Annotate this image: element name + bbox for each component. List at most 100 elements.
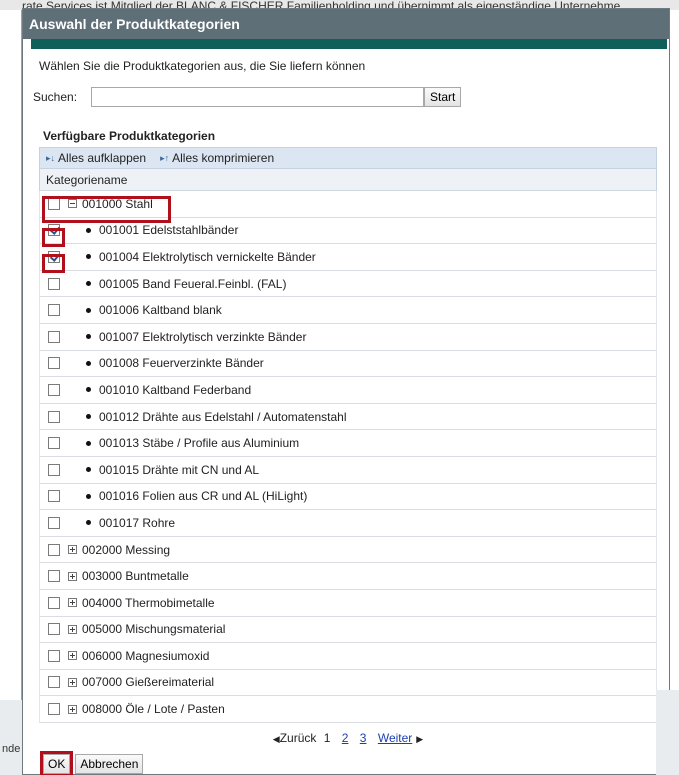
- pager-page-3[interactable]: 3: [360, 731, 367, 745]
- cancel-button[interactable]: Abbrechen: [75, 754, 144, 774]
- expand-node-icon[interactable]: [68, 651, 77, 661]
- tree-row[interactable]: 001008 Feuerverzinkte Bänder: [39, 350, 657, 378]
- start-button[interactable]: Start: [424, 87, 462, 107]
- tree-row[interactable]: 002000 Messing: [39, 536, 657, 564]
- row-label: 003000 Buntmetalle: [82, 569, 189, 584]
- row-checkbox[interactable]: [48, 357, 60, 370]
- tree-row[interactable]: 001012 Drähte aus Edelstahl / Automatens…: [39, 403, 657, 431]
- expand-node-icon[interactable]: [68, 571, 77, 581]
- row-label: 001017 Rohre: [99, 515, 176, 530]
- bullet-icon: [86, 334, 91, 340]
- row-label: 001001 Edelststahlbänder: [99, 223, 239, 238]
- section-title: Verfügbare Produktkategorien: [43, 129, 216, 143]
- pager-page-2[interactable]: 2: [342, 731, 349, 745]
- row-label: 001012 Drähte aus Edelstahl / Automatens…: [99, 409, 347, 424]
- ok-button[interactable]: OK: [43, 754, 71, 774]
- collapse-all-label: Alles komprimieren: [172, 151, 275, 165]
- row-checkbox[interactable]: [48, 410, 60, 423]
- row-label: 005000 Mischungsmaterial: [82, 622, 226, 637]
- row-checkbox[interactable]: [48, 676, 60, 689]
- bullet-icon: [86, 467, 91, 473]
- category-dialog: Auswahl der Produktkategorien Wählen Sie…: [22, 8, 670, 775]
- row-checkbox[interactable]: [48, 463, 60, 476]
- expand-node-icon[interactable]: [68, 677, 77, 687]
- category-rows: 001000 Stahl 001001 Edelststahlbänder 0010…: [39, 191, 657, 723]
- pager-prev[interactable]: Zurück: [280, 731, 317, 745]
- tree-row[interactable]: 004000 Thermobimetalle: [39, 589, 657, 617]
- row-checkbox[interactable]: [48, 490, 60, 503]
- row-checkbox[interactable]: [48, 330, 60, 343]
- row-label: 001004 Elektrolytisch vernickelte Bänder: [99, 249, 316, 264]
- expand-all-button[interactable]: ▸↓ Alles aufklappen: [46, 151, 146, 165]
- row-label: 001007 Elektrolytisch verzinkte Bänder: [99, 329, 307, 344]
- row-label: 008000 Öle / Lote / Pasten: [82, 702, 225, 717]
- row-checkbox[interactable]: [48, 516, 60, 529]
- expand-node-icon[interactable]: [68, 598, 77, 608]
- dialog-buttons: OK Abbrechen: [40, 751, 144, 775]
- bullet-icon: [86, 307, 91, 313]
- collapse-all-icon: ▸↑: [160, 152, 170, 163]
- row-checkbox[interactable]: [48, 596, 60, 609]
- tree-row[interactable]: 001015 Drähte mit CN und AL: [39, 456, 657, 484]
- row-checkbox[interactable]: [48, 304, 60, 317]
- collapse-all-button[interactable]: ▸↑ Alles komprimieren: [160, 151, 274, 165]
- expand-all-label: Alles aufklappen: [58, 151, 147, 165]
- pager-next[interactable]: Weiter: [378, 731, 412, 745]
- tree-row[interactable]: 003000 Buntmetalle: [39, 563, 657, 590]
- row-label: 006000 Magnesiumoxid: [82, 648, 210, 663]
- bullet-icon: [86, 281, 91, 287]
- row-label: 007000 Gießereimaterial: [82, 675, 215, 690]
- row-checkbox[interactable]: [48, 277, 60, 290]
- tree-row[interactable]: 005000 Mischungsmaterial: [39, 616, 657, 644]
- tree-row[interactable]: 001017 Rohre: [39, 510, 657, 537]
- bullet-icon: [86, 414, 91, 420]
- background-left-text: nde: [2, 743, 21, 755]
- row-label: 001005 Band Feueral.Feinbl. (FAL): [99, 276, 287, 291]
- pager: ◀Zurück 1 2 3 Weiter ▶: [39, 731, 657, 745]
- tree-row[interactable]: 001013 Stäbe / Profile aus Aluminium: [39, 430, 657, 457]
- tree-row[interactable]: 001004 Elektrolytisch vernickelte Bänder: [39, 244, 657, 271]
- row-label: 001013 Stäbe / Profile aus Aluminium: [99, 436, 300, 451]
- row-label: 001010 Kaltband Federband: [99, 382, 252, 397]
- row-checkbox[interactable]: [48, 383, 60, 396]
- dialog-title: Auswahl der Produktkategorien: [23, 9, 669, 39]
- expand-all-icon: ▸↓: [46, 152, 56, 163]
- tree-row[interactable]: 001006 Kaltband blank: [39, 297, 657, 324]
- tree-row[interactable]: 001005 Band Feueral.Feinbl. (FAL): [39, 270, 657, 298]
- row-checkbox[interactable]: [48, 543, 60, 556]
- row-checkbox[interactable]: [48, 570, 60, 583]
- row-checkbox[interactable]: [48, 649, 60, 662]
- tree-toolbar: ▸↓ Alles aufklappen ▸↑ Alles komprimiere…: [39, 147, 657, 169]
- tree-row[interactable]: 007000 Gießereimaterial: [39, 669, 657, 697]
- expand-node-icon[interactable]: [68, 704, 77, 714]
- dialog-intro-text: Wählen Sie die Produktkategorien aus, di…: [39, 59, 366, 73]
- column-header-category-name: Kategoriename: [39, 169, 657, 191]
- row-label: 004000 Thermobimetalle: [82, 595, 215, 610]
- highlight-stahl-row: [42, 196, 171, 223]
- bullet-icon: [86, 360, 91, 366]
- row-checkbox[interactable]: [48, 437, 60, 450]
- highlight-ok-button: OK: [40, 751, 74, 775]
- tree-row[interactable]: 006000 Magnesiumoxid: [39, 643, 657, 670]
- expand-node-icon[interactable]: [68, 624, 77, 634]
- row-label: 001008 Feuerverzinkte Bänder: [99, 356, 264, 371]
- search-input[interactable]: [91, 87, 424, 107]
- highlight-checkbox-001001: [42, 228, 65, 247]
- search-row: Suchen: Start: [33, 87, 462, 107]
- expand-node-icon[interactable]: [68, 545, 77, 555]
- row-checkbox[interactable]: [48, 703, 60, 716]
- next-arrow-icon: ▶: [416, 734, 424, 744]
- row-label: 001006 Kaltband blank: [99, 303, 222, 318]
- row-label: 001016 Folien aus CR und AL (HiLight): [99, 489, 308, 504]
- highlight-checkbox-001004: [42, 254, 65, 273]
- tree-row[interactable]: 008000 Öle / Lote / Pasten: [39, 696, 657, 723]
- bullet-icon: [86, 493, 91, 499]
- tree-row[interactable]: 001016 Folien aus CR und AL (HiLight): [39, 483, 657, 511]
- row-checkbox[interactable]: [48, 623, 60, 636]
- bullet-icon: [86, 387, 91, 393]
- bullet-icon: [86, 520, 91, 526]
- row-label: 001015 Drähte mit CN und AL: [99, 462, 260, 477]
- tree-row[interactable]: 001007 Elektrolytisch verzinkte Bänder: [39, 323, 657, 351]
- bullet-icon: [86, 440, 91, 446]
- tree-row[interactable]: 001010 Kaltband Federband: [39, 377, 657, 404]
